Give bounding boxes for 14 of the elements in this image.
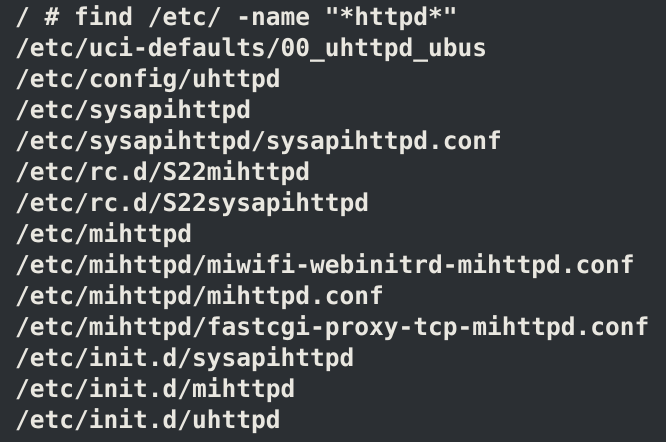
output-line: /etc/mihttpd/miwifi-webinitrd-mihttpd.conf [15,249,635,280]
output-line: /etc/mihttpd/mihttpd.conf [15,280,384,311]
output-line: /etc/init.d/uhttpd [15,404,281,435]
output-line: /etc/uci-defaults/00_uhttpd_ubus [15,32,488,63]
output-line: /etc/init.d/sysapihttpd [15,342,354,373]
output-line: /etc/sysapihttpd/sysapihttpd.conf [15,125,502,156]
output-line: /etc/config/uhttpd [15,63,281,94]
output-line: /etc/mihttpd [15,218,192,249]
output-line: /etc/rc.d/S22sysapihttpd [15,187,370,218]
output-line: /etc/mihttpd/fastcgi-proxy-tcp-mihttpd.conf [15,311,650,342]
command-line: / # find /etc/ -name "*httpd*" [15,1,458,32]
output-line: /etc/init.d/mihttpd [15,373,296,404]
output-line: /etc/rc.d/S22mihttpd [15,156,310,187]
output-line: /etc/sysapihttpd [15,94,252,125]
